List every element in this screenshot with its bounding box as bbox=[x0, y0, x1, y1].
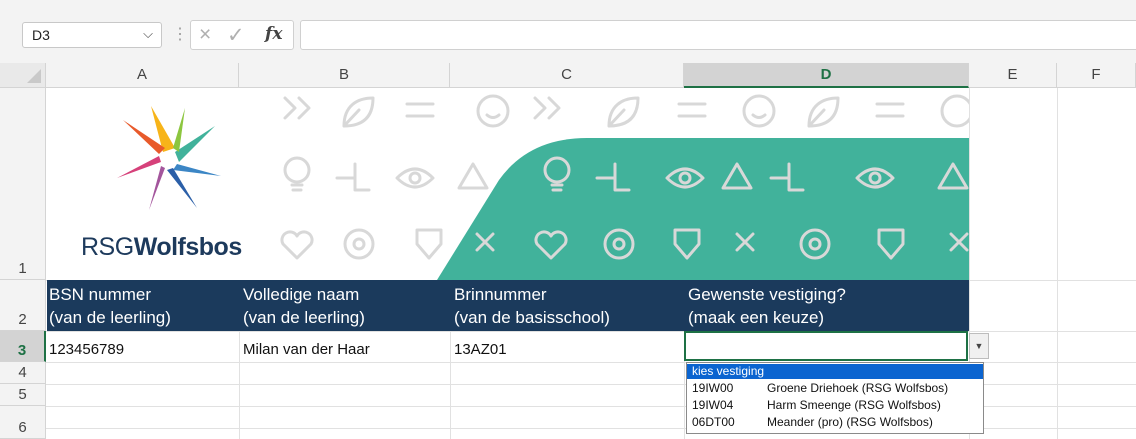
dropdown-option[interactable]: 06DT00 Meander (pro) (RSG Wolfsbos) bbox=[687, 415, 983, 430]
enter-icon[interactable]: ✓ bbox=[227, 23, 245, 48]
gridline bbox=[46, 331, 1136, 332]
header-brinnummer: Brinnummer (van de basisschool) bbox=[454, 285, 610, 327]
double-chevron-icon bbox=[533, 96, 561, 120]
cell-a3[interactable]: 123456789 bbox=[49, 341, 124, 358]
triangle-icon bbox=[457, 162, 489, 190]
select-all-corner[interactable] bbox=[0, 63, 46, 88]
column-header-b[interactable]: B bbox=[239, 63, 450, 88]
junction-icon bbox=[335, 162, 371, 192]
cell-b3[interactable]: Milan van der Haar bbox=[243, 341, 370, 358]
leaf-icon bbox=[607, 96, 640, 128]
dropdown-option[interactable]: 19IW00 Groene Driehoek (RSG Wolfsbos) bbox=[687, 381, 983, 396]
row-header-3[interactable]: 3 bbox=[0, 331, 46, 362]
double-chevron-icon bbox=[283, 96, 311, 120]
leaf-icon bbox=[807, 96, 840, 128]
shield-icon bbox=[415, 228, 443, 260]
cell-c3[interactable]: 13AZ01 bbox=[454, 341, 507, 358]
dropdown-arrow-button[interactable]: ▼ bbox=[969, 333, 989, 359]
row-header-5[interactable]: 5 bbox=[0, 384, 46, 406]
dropdown-option[interactable]: 19IW04 Harm Smeenge (RSG Wolfsbos) bbox=[687, 398, 983, 413]
equals-icon bbox=[875, 102, 905, 118]
header-bsn: BSN nummer (van de leerling) bbox=[49, 285, 171, 327]
smiley-icon bbox=[476, 94, 510, 128]
equals-icon bbox=[405, 102, 435, 118]
formula-input[interactable] bbox=[300, 20, 1136, 50]
header-vestiging: Gewenste vestiging? (maak een keuze) bbox=[688, 285, 846, 327]
leaf-icon bbox=[342, 96, 375, 128]
row-header-4[interactable]: 4 bbox=[0, 362, 46, 384]
gridline bbox=[1057, 88, 1058, 439]
lightbulb-icon bbox=[283, 156, 311, 184]
logo-text: RSGWolfsbos bbox=[81, 233, 242, 261]
formula-buttons: × ✓ fx bbox=[190, 20, 294, 50]
more-options-icon[interactable]: ⋮ bbox=[172, 24, 188, 44]
validation-dropdown-list: kies vestiging 19IW00 Groene Driehoek (R… bbox=[686, 362, 984, 434]
formula-bar: D3 ⌵ ⋮ × ✓ fx bbox=[0, 0, 1136, 66]
row-header-2[interactable]: 2 bbox=[0, 280, 46, 331]
column-header-a[interactable]: A bbox=[46, 63, 239, 88]
row-header-1[interactable]: 1 bbox=[0, 88, 46, 280]
equals-icon bbox=[677, 102, 707, 118]
chevron-down-icon[interactable]: ⌵ bbox=[143, 26, 153, 42]
insert-function-icon[interactable]: fx bbox=[265, 24, 282, 44]
smiley-icon bbox=[742, 94, 776, 128]
green-band-shape bbox=[437, 138, 969, 280]
dropdown-placeholder-item[interactable]: kies vestiging bbox=[687, 364, 983, 379]
column-header-c[interactable]: C bbox=[450, 63, 684, 88]
column-header-d[interactable]: D bbox=[684, 63, 969, 88]
column-header-f[interactable]: F bbox=[1057, 63, 1136, 88]
banner-image: RSGWolfsbos bbox=[47, 88, 969, 280]
smiley-icon bbox=[940, 94, 969, 128]
cancel-icon[interactable]: × bbox=[199, 23, 211, 47]
name-box-value: D3 bbox=[32, 27, 50, 43]
row-header-6[interactable]: 6 bbox=[0, 406, 46, 439]
cell-d3-active[interactable] bbox=[684, 331, 968, 361]
target-icon bbox=[343, 228, 375, 260]
name-box[interactable]: D3 ⌵ bbox=[22, 22, 162, 48]
heart-icon bbox=[280, 230, 314, 260]
header-naam: Volledige naam (van de leerling) bbox=[243, 285, 365, 327]
column-header-e[interactable]: E bbox=[969, 63, 1057, 88]
wolfsbos-logo-icon bbox=[117, 106, 221, 210]
